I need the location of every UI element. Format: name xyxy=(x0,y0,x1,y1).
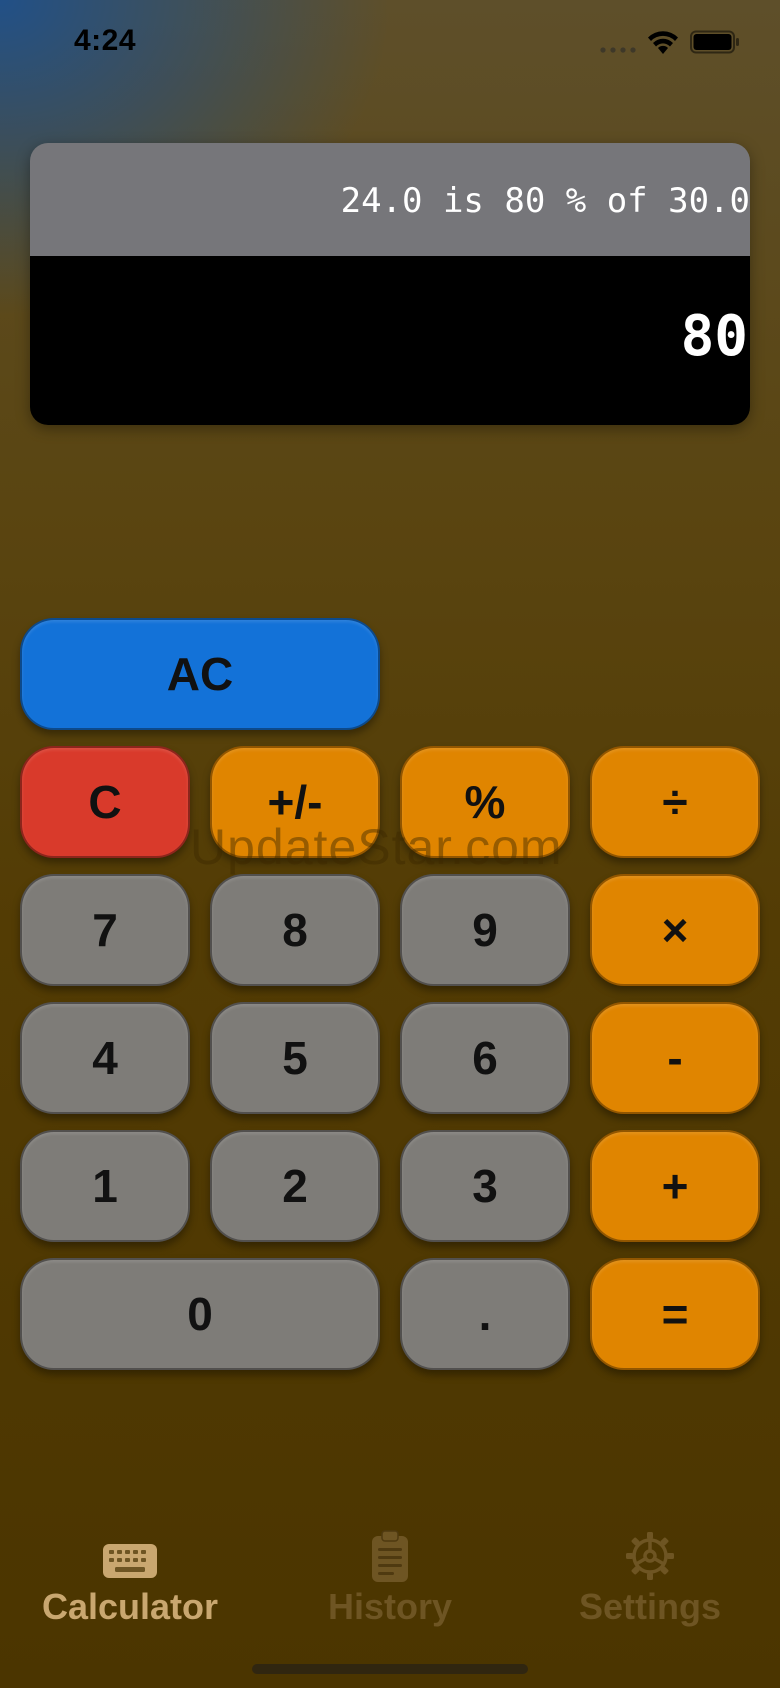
multiply-button[interactable]: × xyxy=(590,874,760,986)
divide-button[interactable]: ÷ xyxy=(590,746,760,858)
home-indicator xyxy=(252,1664,528,1674)
digit-8-button[interactable]: 8 xyxy=(210,874,380,986)
digit-1-button[interactable]: 1 xyxy=(20,1130,190,1242)
tab-calculator[interactable]: Calculator xyxy=(0,1530,260,1650)
digit-2-button[interactable]: 2 xyxy=(210,1130,380,1242)
clipboard-icon xyxy=(372,1530,408,1582)
wifi-icon xyxy=(648,31,678,54)
keypad: AC C +/- % ÷ 7 8 9 × 4 5 6 - 1 2 3 + 0 .… xyxy=(20,618,762,1374)
digit-6-button[interactable]: 6 xyxy=(400,1002,570,1114)
cellular-signal-icon xyxy=(600,47,636,53)
percent-button[interactable]: % xyxy=(400,746,570,858)
digit-4-button[interactable]: 4 xyxy=(20,1002,190,1114)
digit-5-button[interactable]: 5 xyxy=(210,1002,380,1114)
tab-settings-label: Settings xyxy=(578,1586,721,1627)
result-text: 80 xyxy=(680,304,748,369)
digit-0-button[interactable]: 0 xyxy=(20,1258,380,1370)
expression-text: 24.0 is 80 % of 30.0 xyxy=(340,181,750,221)
calculator-display: 24.0 is 80 % of 30.0 80 xyxy=(30,143,750,425)
tab-history-label: History xyxy=(327,1586,453,1627)
digit-7-button[interactable]: 7 xyxy=(20,874,190,986)
sign-toggle-button[interactable]: +/- xyxy=(210,746,380,858)
tab-calculator-label: Calculator xyxy=(41,1586,219,1627)
equals-button[interactable]: = xyxy=(590,1258,760,1370)
tab-bar: Calculator History Settings xyxy=(0,1530,780,1660)
decimal-point-button[interactable]: . xyxy=(400,1258,570,1370)
clear-button[interactable]: C xyxy=(20,746,190,858)
ac-button[interactable]: AC xyxy=(20,618,380,730)
status-bar: 4:24 xyxy=(0,0,780,90)
subtract-button[interactable]: - xyxy=(590,1002,760,1114)
result-area: 80 xyxy=(30,256,750,425)
status-time: 4:24 xyxy=(74,24,137,57)
gear-icon xyxy=(626,1532,674,1580)
tab-history[interactable]: History xyxy=(260,1530,520,1650)
expression-area: 24.0 is 80 % of 30.0 xyxy=(30,143,750,256)
digit-9-button[interactable]: 9 xyxy=(400,874,570,986)
keyboard-icon xyxy=(103,1544,157,1578)
digit-3-button[interactable]: 3 xyxy=(400,1130,570,1242)
add-button[interactable]: + xyxy=(590,1130,760,1242)
tab-settings[interactable]: Settings xyxy=(520,1530,780,1650)
battery-icon xyxy=(690,30,739,54)
